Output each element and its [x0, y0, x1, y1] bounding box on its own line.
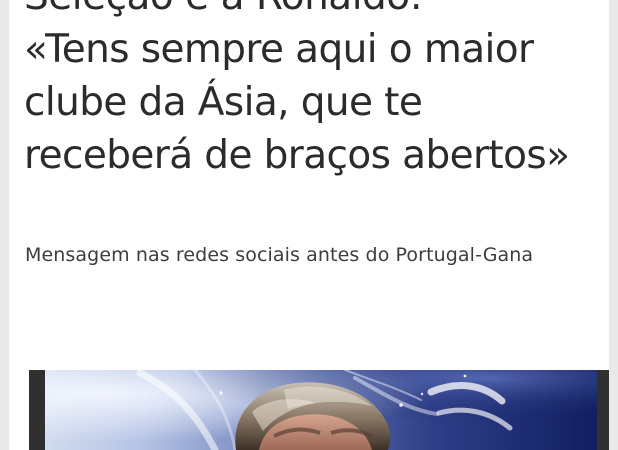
- cropped-heading: Seleção e a Ronaldo:: [24, 0, 584, 21]
- screen: Seleção e a Ronaldo: «Tens sempre aqui o…: [0, 0, 618, 450]
- article-subtitle: Mensagem nas redes sociais antes do Port…: [25, 244, 534, 266]
- article-card: Seleção e a Ronaldo: «Tens sempre aqui o…: [9, 0, 609, 450]
- article-image-frame: [29, 370, 609, 450]
- article-headline: «Tens sempre aqui o maior clube da Ásia,…: [24, 27, 570, 178]
- photo-image: [45, 370, 597, 450]
- article-photo[interactable]: [45, 370, 597, 450]
